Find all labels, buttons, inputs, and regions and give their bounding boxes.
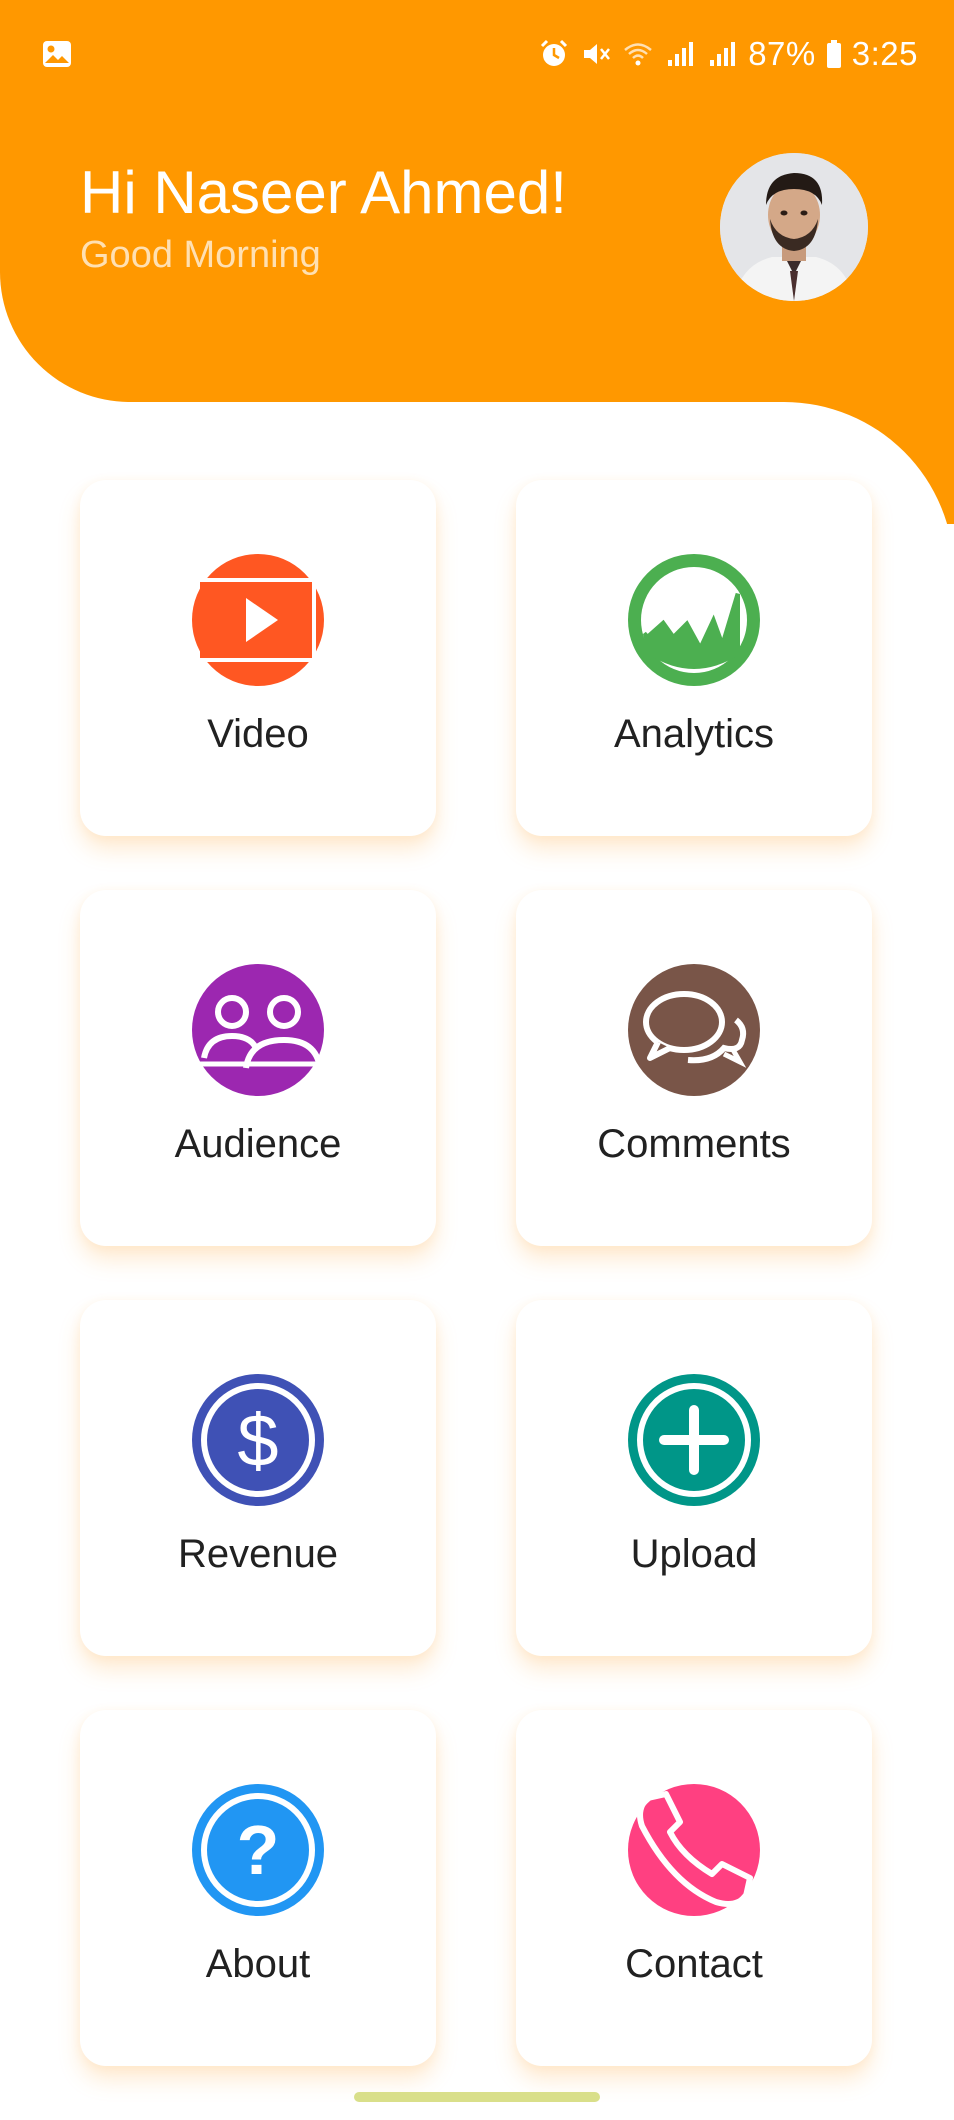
alarm-icon [541,39,568,66]
svg-text:$: $ [237,1399,278,1482]
comments-label: Comments [597,1122,791,1166]
analytics-chart-icon [628,554,760,686]
question-icon: ? [192,1784,324,1916]
mute-icon [584,44,611,64]
greeting-subtitle: Good Morning [80,234,321,276]
revenue-card[interactable]: $ Revenue [80,1300,436,1656]
about-label: About [205,1942,311,1986]
contact-card[interactable]: Contact [516,1710,872,2066]
clock: 3:25 [851,35,918,72]
audience-label: Audience [174,1122,342,1166]
video-card[interactable]: Video [80,480,436,836]
greeting-title: Hi Naseer Ahmed! [80,159,567,226]
comments-card[interactable]: Comments [516,890,872,1246]
about-card[interactable]: ? About [80,1710,436,2066]
analytics-label: Analytics [613,712,775,756]
video-label: Video [207,712,309,756]
contact-label: Contact [625,1942,763,1986]
battery-icon [826,40,841,68]
plus-icon [628,1374,760,1506]
home-indicator[interactable] [354,2092,600,2102]
analytics-card[interactable]: Analytics [516,480,872,836]
battery-percentage: 87% [748,35,816,72]
avatar[interactable] [720,153,868,301]
audience-card[interactable]: Audience [80,890,436,1246]
upload-label: Upload [630,1532,758,1576]
profile-photo [720,153,868,301]
dollar-icon: $ [192,1374,324,1506]
svg-text:?: ? [237,1811,280,1889]
upload-card[interactable]: Upload [516,1300,872,1656]
revenue-label: Revenue [177,1532,339,1576]
gallery-notification-icon [43,41,71,67]
video-play-icon [192,554,324,686]
wifi-icon [624,43,653,66]
signal-icon-1 [668,42,694,66]
phone-icon [628,1784,760,1916]
signal-icon-2 [710,42,736,66]
audience-people-icon [192,964,324,1096]
status-bar: 87% 3:25 [0,0,954,108]
comments-bubbles-icon [628,964,760,1096]
